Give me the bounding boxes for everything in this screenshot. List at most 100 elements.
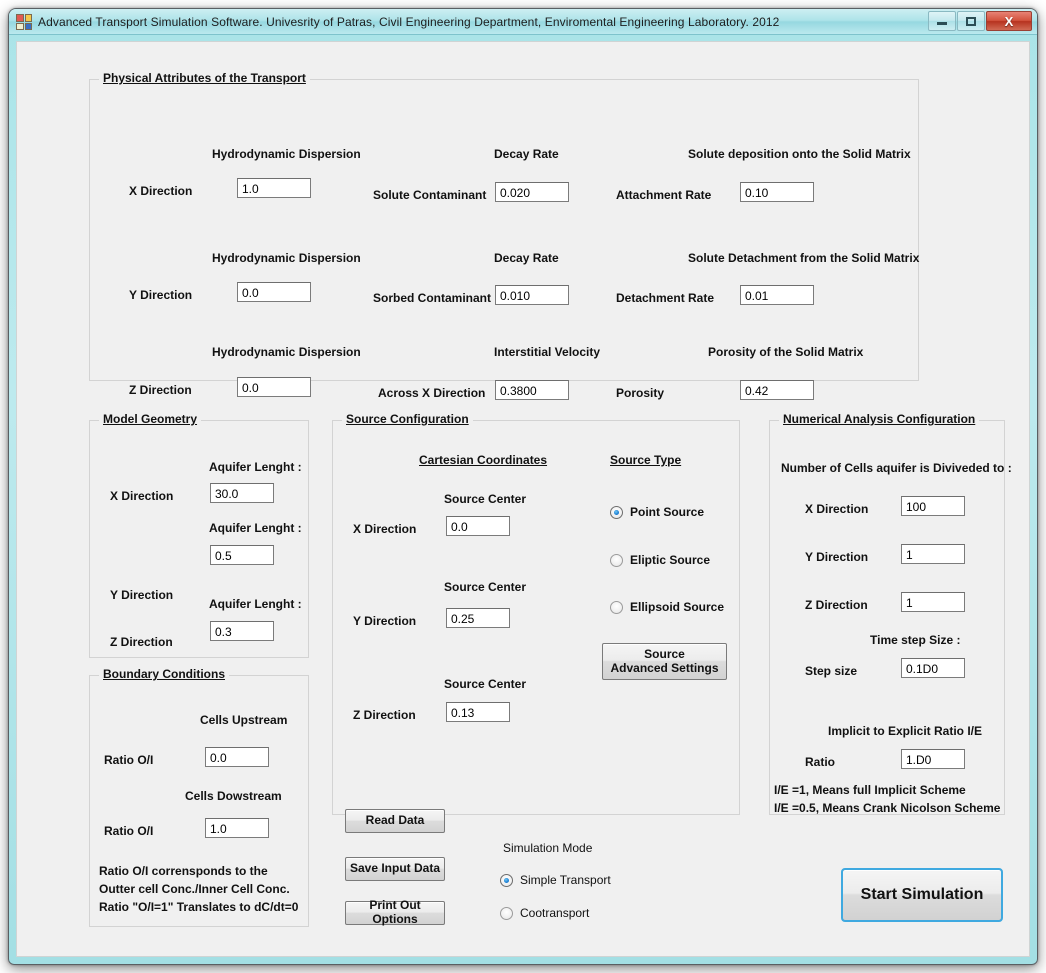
radio-ellipsoid-source[interactable]: Ellipsoid Source <box>610 600 724 614</box>
radio-eliptic-source[interactable]: Eliptic Source <box>610 553 710 567</box>
source-x-direction-label: X Direction <box>353 522 417 536</box>
porosity-header: Porosity of the Solid Matrix <box>708 345 864 359</box>
radio-simple-transport[interactable]: Simple Transport <box>500 873 611 887</box>
upstream-ratio-input[interactable] <box>205 747 269 767</box>
aquifer-length-y-header: Aquifer Lenght : <box>209 521 302 535</box>
boundary-note-line-1: Ratio O/I corrensponds to the <box>99 864 268 878</box>
start-simulation-button[interactable]: Start Simulation <box>841 868 1003 922</box>
hydrodynamic-dispersion-y-input[interactable] <box>237 282 311 302</box>
x-direction-label: X Direction <box>129 184 193 198</box>
minimize-button[interactable] <box>928 11 956 31</box>
aquifer-length-z-header: Aquifer Lenght : <box>209 597 302 611</box>
source-advanced-settings-line-2: Advanced Settings <box>610 660 719 675</box>
boundary-conditions-group: Boundary Conditions Cells Upstream Ratio… <box>89 667 309 927</box>
read-data-button[interactable]: Read Data <box>345 809 445 833</box>
cells-x-direction-label: X Direction <box>805 502 869 516</box>
numerical-analysis-group: Numerical Analysis Configuration Number … <box>769 412 1012 815</box>
source-z-direction-label: Z Direction <box>353 708 416 722</box>
cells-y-direction-input[interactable] <box>901 544 965 564</box>
cells-upstream-header: Cells Upstream <box>200 713 288 727</box>
cells-y-direction-label: Y Direction <box>805 550 869 564</box>
hydrodynamic-dispersion-z-header: Hydrodynamic Dispersion <box>212 345 361 359</box>
interstitial-velocity-input[interactable] <box>495 380 569 400</box>
aquifer-length-z-input[interactable] <box>210 621 274 641</box>
ratio-input[interactable] <box>901 749 965 769</box>
radio-selected-icon <box>610 505 623 519</box>
source-center-y-input[interactable] <box>446 608 510 628</box>
boundary-note-line-3: Ratio "O/I=1" Translates to dC/dt=0 <box>99 900 299 914</box>
geometry-x-direction-label: X Direction <box>110 489 174 503</box>
source-configuration-group: Source Configuration Cartesian Coordinat… <box>332 412 740 815</box>
time-step-size-header: Time step Size : <box>870 633 961 647</box>
cells-downstream-header: Cells Dowstream <box>185 789 282 803</box>
aquifer-length-x-input[interactable] <box>210 483 274 503</box>
simulation-mode-header: Simulation Mode <box>503 841 593 855</box>
source-y-direction-label: Y Direction <box>353 614 417 628</box>
downstream-ratio-input[interactable] <box>205 818 269 838</box>
numerical-note-line-2: I/E =0.5, Means Crank Nicolson Scheme <box>774 801 1001 815</box>
hydrodynamic-dispersion-x-input[interactable] <box>237 178 311 198</box>
porosity-input[interactable] <box>740 380 814 400</box>
window-title: Advanced Transport Simulation Software. … <box>38 14 780 29</box>
cells-division-header: Number of Cells aquifer is Diviveded to … <box>781 461 1012 475</box>
source-center-x-input[interactable] <box>446 516 510 536</box>
model-geometry-title: Model Geometry <box>99 412 202 426</box>
solute-deposition-header: Solute deposition onto the Solid Matrix <box>688 147 911 161</box>
physical-attributes-title: Physical Attributes of the Transport <box>99 71 310 85</box>
decay-rate-sorbed-header: Decay Rate <box>494 251 559 265</box>
interstitial-velocity-header: Interstitial Velocity <box>494 345 601 359</box>
window-titlebar[interactable]: Advanced Transport Simulation Software. … <box>9 9 1037 35</box>
cartesian-coordinates-header: Cartesian Coordinates <box>419 453 548 467</box>
solute-contaminant-decay-input[interactable] <box>495 182 569 202</box>
source-center-z-input[interactable] <box>446 702 510 722</box>
detachment-rate-input[interactable] <box>740 285 814 305</box>
step-size-input[interactable] <box>901 658 965 678</box>
numerical-note-line-1: I/E =1, Means full Implicit Scheme <box>774 783 966 797</box>
solute-detachment-header: Solute Detachment from the Solid Matrix <box>688 251 920 265</box>
radio-cootransport-label: Cootransport <box>520 906 590 920</box>
solute-contaminant-label: Solute Contaminant <box>373 188 487 202</box>
maximize-button[interactable] <box>957 11 985 31</box>
y-direction-label: Y Direction <box>129 288 193 302</box>
aquifer-length-y-input[interactable] <box>210 545 274 565</box>
maximize-icon <box>966 16 976 26</box>
boundary-conditions-title: Boundary Conditions <box>99 667 229 681</box>
radio-cootransport[interactable]: Cootransport <box>500 906 589 920</box>
radio-simple-transport-label: Simple Transport <box>520 873 611 887</box>
cells-z-direction-input[interactable] <box>901 592 965 612</box>
source-center-z-header: Source Center <box>444 677 527 691</box>
sorbed-contaminant-label: Sorbed Contaminant <box>373 291 492 305</box>
print-out-options-button[interactable]: Print Out Options <box>345 898 445 926</box>
attachment-rate-input[interactable] <box>740 182 814 202</box>
source-advanced-settings-button[interactable]: Source Advanced Settings <box>602 643 727 680</box>
radio-point-source[interactable]: Point Source <box>610 505 704 519</box>
radio-ellipsoid-source-label: Ellipsoid Source <box>630 600 725 614</box>
radio-selected-icon <box>500 873 513 887</box>
sorbed-contaminant-decay-input[interactable] <box>495 285 569 305</box>
application-icon <box>16 13 32 30</box>
across-x-direction-label: Across X Direction <box>378 386 486 400</box>
aquifer-length-x-header: Aquifer Lenght : <box>209 460 302 474</box>
porosity-label: Porosity <box>616 386 665 400</box>
step-size-label: Step size <box>805 664 858 678</box>
radio-unselected-icon <box>610 600 623 614</box>
radio-eliptic-source-label: Eliptic Source <box>630 553 711 567</box>
radio-unselected-icon <box>500 906 513 920</box>
close-button[interactable]: X <box>986 11 1032 31</box>
attachment-rate-label: Attachment Rate <box>616 188 712 202</box>
save-input-data-button[interactable]: Save Input Data <box>345 857 445 881</box>
decay-rate-solute-header: Decay Rate <box>494 147 559 161</box>
geometry-y-direction-label: Y Direction <box>110 588 174 602</box>
close-icon: X <box>1004 13 1014 29</box>
client-area: Physical Attributes of the Transport Hyd… <box>16 41 1030 957</box>
cells-x-direction-input[interactable] <box>901 496 965 516</box>
geometry-z-direction-label: Z Direction <box>110 635 173 649</box>
application-window: Advanced Transport Simulation Software. … <box>8 8 1038 965</box>
hydrodynamic-dispersion-z-input[interactable] <box>237 377 311 397</box>
upstream-ratio-label: Ratio O/I <box>104 753 154 767</box>
window-controls: X <box>928 11 1032 31</box>
physical-attributes-group: Physical Attributes of the Transport Hyd… <box>89 71 920 400</box>
downstream-ratio-label: Ratio O/I <box>104 824 154 838</box>
boundary-note-line-2: Outter cell Conc./Inner Cell Conc. <box>99 882 290 896</box>
source-type-header: Source Type <box>610 453 682 467</box>
